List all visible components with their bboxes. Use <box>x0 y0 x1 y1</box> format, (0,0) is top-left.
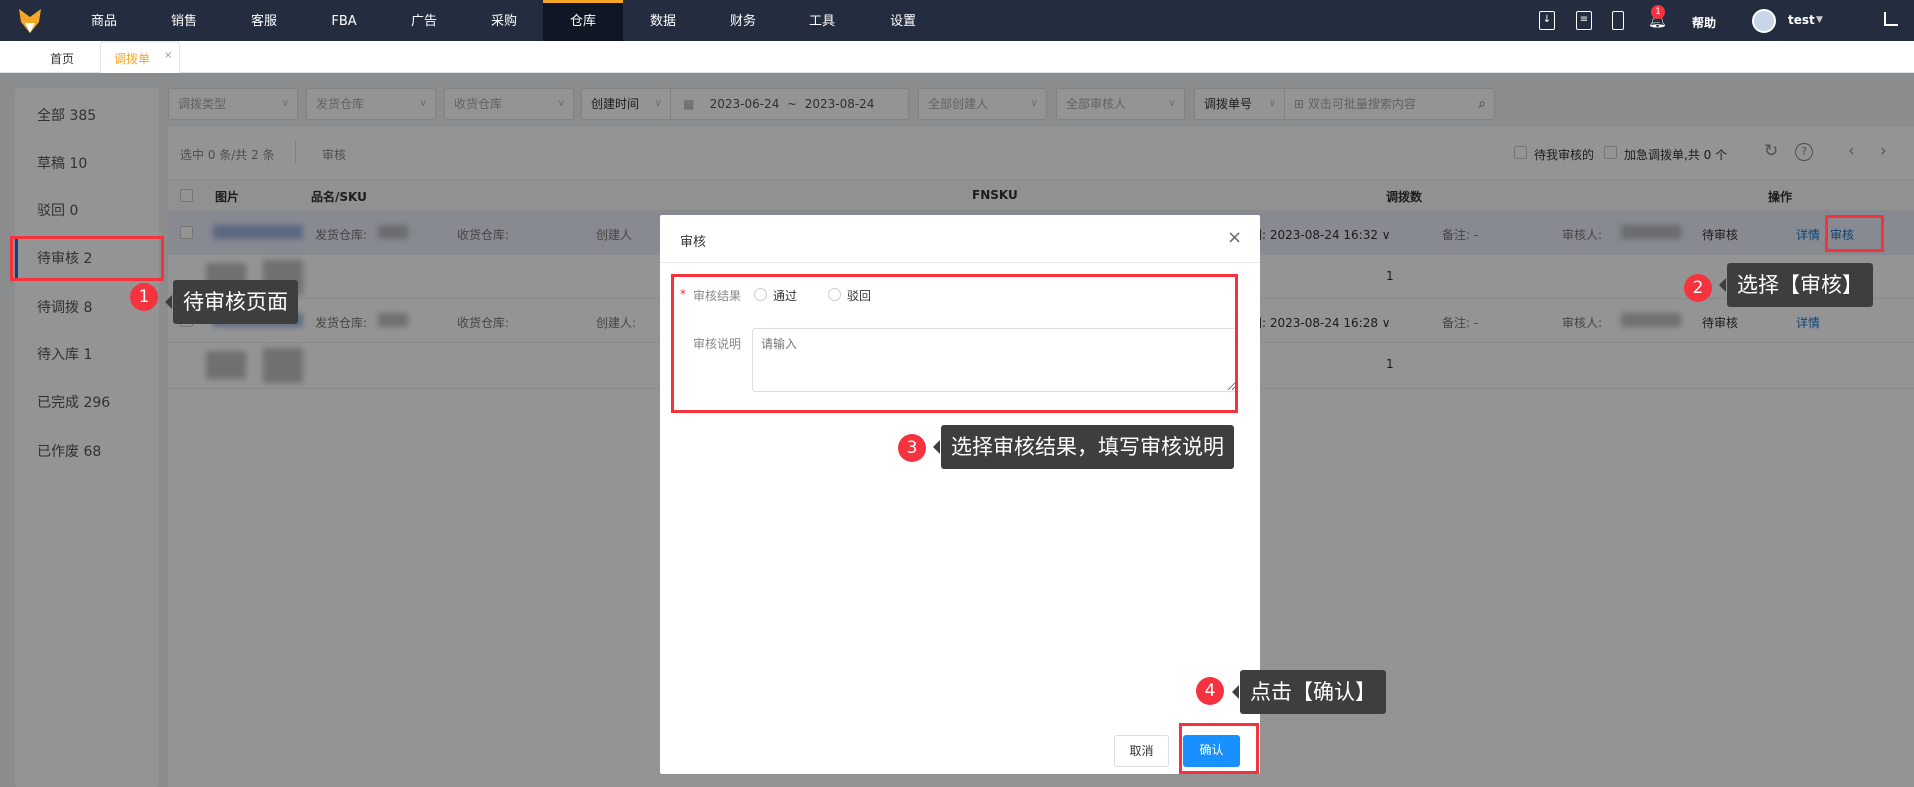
close-icon[interactable]: × <box>164 50 172 61</box>
tab-transfer-order[interactable]: 调拨单 × <box>100 41 180 73</box>
dialog-title: 审核 <box>680 235 707 250</box>
highlight-confirm-button <box>1179 723 1259 774</box>
fullscreen-icon[interactable] <box>1884 12 1898 26</box>
nav-item-sales[interactable]: 销售 <box>144 0 224 41</box>
step-badge-3: 3 <box>898 434 926 462</box>
highlight-pending-audit <box>10 236 164 281</box>
highlight-audit-link <box>1825 215 1884 252</box>
nav-item-products[interactable]: 商品 <box>64 0 144 41</box>
nav-item-tools[interactable]: 工具 <box>782 0 862 41</box>
step-badge-1: 1 <box>130 283 158 311</box>
close-icon[interactable]: × <box>1227 227 1242 248</box>
nav-item-settings[interactable]: 设置 <box>863 0 943 41</box>
nav-item-data[interactable]: 数据 <box>623 0 703 41</box>
user-name[interactable]: test <box>1788 13 1815 27</box>
step-tip-1: 待审核页面 <box>165 280 298 324</box>
nav-item-warehouse[interactable]: 仓库 <box>543 0 623 41</box>
step-tip-3: 选择审核结果，填写审核说明 <box>933 425 1234 469</box>
cancel-button[interactable]: 取消 <box>1114 735 1169 767</box>
step-badge-4: 4 <box>1196 677 1224 705</box>
nav-item-service[interactable]: 客服 <box>224 0 304 41</box>
step-tip-4: 点击【确认】 <box>1232 670 1386 714</box>
document-add-icon[interactable]: ≡ <box>1576 11 1592 30</box>
step-badge-2: 2 <box>1684 274 1712 302</box>
download-icon[interactable]: ↓ <box>1539 11 1555 30</box>
avatar[interactable] <box>1752 9 1776 33</box>
help-link[interactable]: 帮助 <box>1692 14 1716 31</box>
highlight-audit-form <box>671 274 1238 413</box>
fox-logo-icon[interactable] <box>18 8 42 34</box>
top-nav: 商品 销售 客服 FBA 广告 采购 仓库 数据 财务 工具 设置 ↓ ≡ 🔔︎… <box>0 0 1914 41</box>
notification-badge: 1 <box>1651 5 1665 19</box>
tab-label: 调拨单 <box>114 52 151 66</box>
nav-item-fba[interactable]: FBA <box>304 0 384 41</box>
nav-item-finance[interactable]: 财务 <box>703 0 783 41</box>
page-tabs: 首页 调拨单 × <box>0 41 1914 73</box>
caret-down-icon[interactable]: ▼ <box>1816 15 1823 25</box>
step-tip-2: 选择【审核】 <box>1719 263 1873 307</box>
nav-item-ads[interactable]: 广告 <box>384 0 464 41</box>
mobile-icon[interactable] <box>1612 11 1624 30</box>
nav-item-purchase[interactable]: 采购 <box>464 0 544 41</box>
tab-home[interactable]: 首页 <box>50 50 74 67</box>
